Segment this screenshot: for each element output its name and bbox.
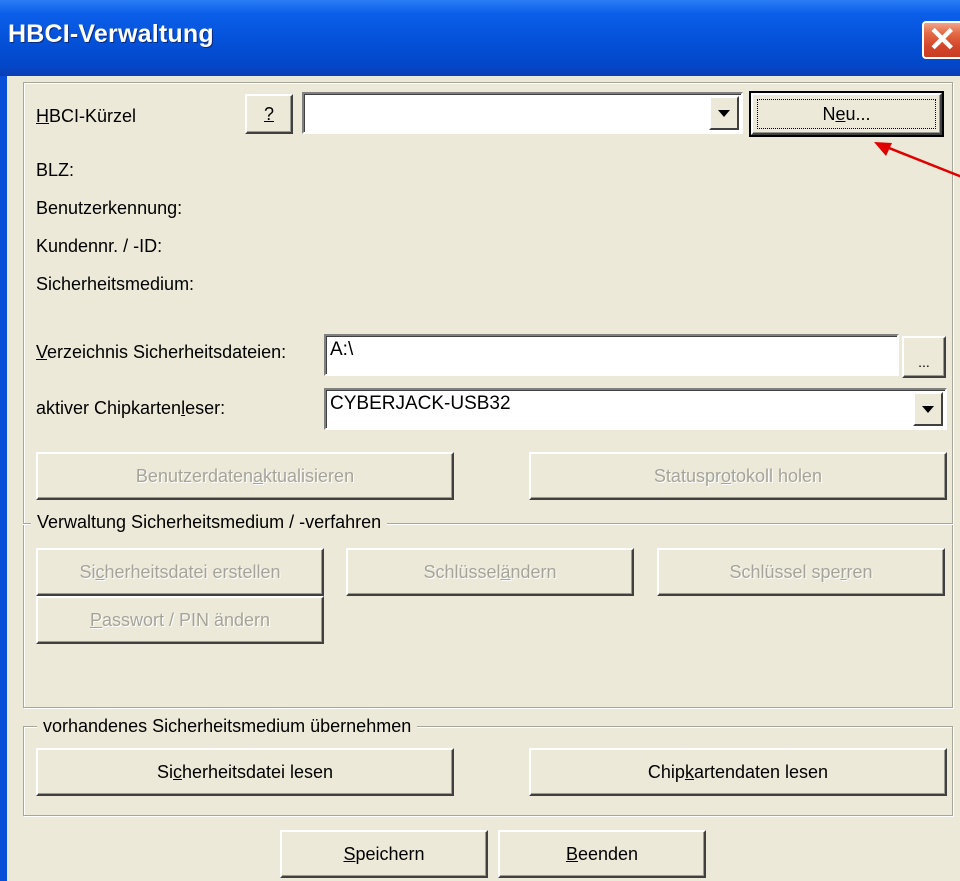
update-user-data-button[interactable]: Benutzerdaten a ktualisieren [36,452,454,500]
exit-button[interactable]: Beenden [498,830,706,878]
benutzerkennung-label: Benutzerkennung: [36,198,183,218]
change-pin-button[interactable]: Passwort / PIN ändern [36,596,324,644]
dialog-content: HBCI-Kürzel ? Ne u... BLZ: Benutzerkennun… [7,76,960,881]
security-group-legend: Verwaltung Sicherheitsmedium / -verfahre… [31,512,388,533]
read-security-file-button[interactable]: Si c herheitsdatei lesen [36,748,454,796]
fetch-status-log-button[interactable]: Statuspr o tokoll holen [529,452,947,500]
close-button[interactable]: ✕ [922,21,960,59]
save-button[interactable]: Speichern [280,830,488,878]
new-button[interactable]: Ne u... [749,91,944,137]
create-security-file-button[interactable]: Si c herheitsdatei erstellen [36,548,324,596]
help-button[interactable]: ? [245,94,293,134]
title-bar[interactable]: HBCI-Verwaltung ✕ [0,0,960,76]
hbci-dialog: HBCI-Verwaltung ✕ HBCI-Kürzel ? Ne u... B… [0,0,960,881]
close-icon: ✕ [928,21,957,59]
ellipsis-icon: ... [918,354,930,370]
directory-label: Verzeichnis Sicherheitsdateien: [36,342,287,362]
import-group-legend: vorhandenes Sicherheitsmedium übernehmen [37,716,418,737]
hbci-kuerzel-dropdown-button[interactable] [709,96,739,130]
lock-key-button[interactable]: Schlüssel spe r ren [657,548,945,596]
blz-label: BLZ: [36,160,75,180]
change-key-button[interactable]: Schlüssel ä ndern [346,548,634,596]
card-reader-dropdown-button[interactable] [913,392,943,426]
hbci-kuerzel-label: HBCI-Kürzel [36,106,137,126]
help-icon: ? [263,103,274,124]
card-reader-select[interactable]: CYBERJACK-USB32 [324,388,947,430]
directory-input[interactable]: A:\ [324,334,899,376]
read-chipcard-button[interactable]: Chip k artendaten lesen [529,748,947,796]
window-title: HBCI-Verwaltung [8,20,214,48]
card-reader-label: aktiver Chipkartenleser: [36,398,226,418]
kundennr-label: Kundennr. / -ID: [36,236,163,256]
hbci-kuerzel-combo[interactable] [302,92,743,134]
browse-button[interactable]: ... [902,336,946,378]
chevron-down-icon [922,406,934,413]
window-frame [0,76,7,881]
sicherheitsmedium-label: Sicherheitsmedium: [36,274,195,294]
chevron-down-icon [718,110,730,117]
